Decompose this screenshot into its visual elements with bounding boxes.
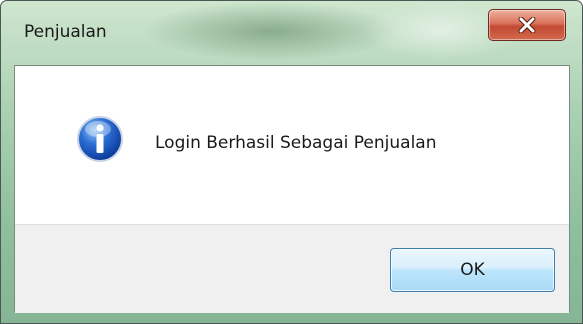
- message-area: Login Berhasil Sebagai Penjualan: [15, 66, 569, 224]
- dialog-window: Penjualan Login Berhasil Sebagai Penjual…: [0, 0, 583, 324]
- close-button[interactable]: [488, 9, 566, 41]
- dialog-body: Login Berhasil Sebagai Penjualan OK: [14, 65, 570, 313]
- window-title: Penjualan: [24, 22, 107, 42]
- ok-button[interactable]: OK: [390, 248, 555, 292]
- message-text: Login Berhasil Sebagai Penjualan: [155, 133, 437, 153]
- close-icon: [489, 10, 565, 40]
- info-icon: [76, 115, 124, 163]
- button-strip: OK: [15, 224, 569, 313]
